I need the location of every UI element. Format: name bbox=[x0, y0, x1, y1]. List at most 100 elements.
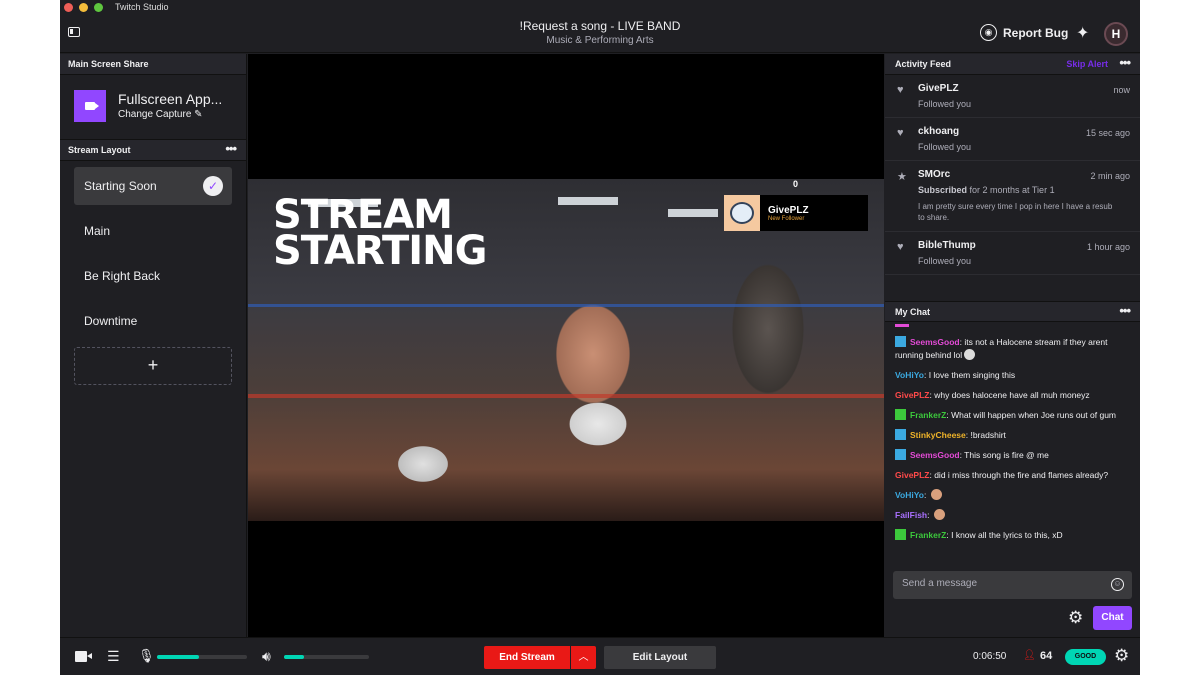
chat-message: FailFish: bbox=[895, 509, 1130, 522]
feed-action-detail: for 2 months at Tier 1 bbox=[969, 185, 1055, 195]
chat-username[interactable]: VoHiYo bbox=[895, 490, 924, 500]
chat-text: : I know all the lyrics to this, xD bbox=[946, 530, 1063, 540]
feed-item[interactable]: ♥ BibleThump 1 hour ago Followed you bbox=[885, 232, 1140, 275]
close-window-button[interactable] bbox=[64, 3, 73, 12]
chat-username[interactable]: FrankerZ bbox=[910, 530, 946, 540]
chat-text: : I love them singing this bbox=[923, 370, 1016, 380]
viewer-icon: 👤︎ bbox=[1023, 650, 1036, 661]
add-layout-button[interactable]: + bbox=[74, 347, 232, 385]
chat-input[interactable] bbox=[902, 578, 1102, 589]
alert-type: New Follower bbox=[768, 215, 805, 222]
ring-rope bbox=[248, 304, 884, 307]
chat-message: FrankerZ: What will happen when Joe runs… bbox=[895, 409, 1130, 422]
more-options-icon[interactable]: ••• bbox=[1119, 303, 1131, 318]
chat-text: : bbox=[927, 510, 932, 520]
mic-volume-slider[interactable] bbox=[157, 655, 247, 659]
chat-message: VoHiYo: bbox=[895, 489, 1130, 502]
chat-username[interactable]: GivePLZ bbox=[895, 470, 929, 480]
layout-item-downtime[interactable]: Downtime bbox=[74, 302, 232, 340]
stream-layout-title: Stream Layout bbox=[68, 145, 131, 155]
layout-label: Be Right Back bbox=[84, 269, 161, 283]
video-camera-icon bbox=[85, 102, 99, 110]
alert-emote-icon bbox=[724, 195, 760, 231]
layout-item-be-right-back[interactable]: Be Right Back bbox=[74, 257, 232, 295]
activity-feed-header: Activity Feed Skip Alert ••• bbox=[885, 54, 1140, 75]
screen-share-header: Main Screen Share bbox=[60, 54, 246, 75]
sword-badge-icon[interactable] bbox=[895, 409, 906, 420]
feed-item[interactable]: ★ SMOrc 2 min ago Subscribed for 2 month… bbox=[885, 161, 1140, 232]
mixer-settings-icon[interactable]: ☰ bbox=[107, 648, 120, 665]
chat-settings-gear-icon[interactable]: ⚙ bbox=[1068, 608, 1083, 628]
layout-item-starting-soon[interactable]: Starting Soon ✓ bbox=[74, 167, 232, 205]
chat-messages[interactable]: SeemsGood: its not a Halocene stream if … bbox=[885, 322, 1140, 567]
chat-text: : did i miss through the fire and flames… bbox=[929, 470, 1109, 480]
feed-time: now bbox=[1113, 85, 1130, 95]
crown-badge-icon[interactable] bbox=[895, 429, 906, 440]
crown-badge-icon[interactable] bbox=[895, 449, 906, 460]
microphone-icon[interactable]: 🎙︎ bbox=[138, 648, 155, 664]
chat-text: : This song is fire @ me bbox=[959, 450, 1049, 460]
change-capture-link[interactable]: Change Capture ✎ bbox=[118, 109, 203, 120]
capture-source[interactable]: Fullscreen App... Change Capture ✎ bbox=[60, 75, 246, 140]
chat-header: My Chat ••• bbox=[885, 301, 1140, 322]
maximize-window-button[interactable] bbox=[94, 3, 103, 12]
chat-username[interactable]: VoHiYo bbox=[895, 370, 924, 380]
crown-badge-icon[interactable] bbox=[895, 336, 906, 347]
emote-icon bbox=[930, 489, 942, 500]
sword-badge-icon[interactable] bbox=[895, 529, 906, 540]
chat-username[interactable]: GivePLZ bbox=[895, 390, 929, 400]
camera-icon[interactable] bbox=[75, 651, 92, 662]
chat-input-box[interactable]: ☺ bbox=[893, 571, 1132, 599]
heart-icon: ♥ bbox=[897, 241, 904, 253]
chat-message: FrankerZ: I know all the lyrics to this,… bbox=[895, 529, 1130, 542]
more-options-icon[interactable]: ••• bbox=[225, 141, 237, 156]
chat-text: : why does halocene have all muh moneyz bbox=[929, 390, 1090, 400]
chat-username[interactable]: SeemsGood bbox=[910, 337, 960, 347]
stream-category: Music & Performing Arts bbox=[546, 35, 654, 46]
stream-options-chevron-up-icon[interactable]: ︿ bbox=[571, 646, 596, 669]
scrolled-message-stub bbox=[895, 324, 909, 327]
minimize-window-button[interactable] bbox=[79, 3, 88, 12]
end-stream-button[interactable]: End Stream bbox=[484, 646, 570, 669]
emoji-picker-icon[interactable]: ☺ bbox=[1111, 578, 1124, 591]
layout-item-main[interactable]: Main bbox=[74, 212, 232, 250]
feed-action: Followed you bbox=[918, 142, 972, 152]
layout-label: Main bbox=[84, 224, 111, 238]
more-options-icon[interactable]: ••• bbox=[1119, 55, 1131, 70]
chat-username[interactable]: SeemsGood bbox=[910, 450, 960, 460]
send-chat-button[interactable]: Chat bbox=[1093, 606, 1132, 630]
report-bug-button[interactable]: ◉ Report Bug bbox=[980, 24, 1068, 41]
viewer-count: 64 bbox=[1040, 650, 1053, 662]
screen-share-title: Main Screen Share bbox=[68, 59, 149, 69]
chat-message: StinkyCheese: !bradshirt bbox=[895, 429, 1130, 442]
skip-alert-button[interactable]: Skip Alert bbox=[1066, 59, 1108, 69]
speaker-volume-slider[interactable] bbox=[284, 655, 369, 659]
chat-username[interactable]: FailFish bbox=[895, 510, 927, 520]
speaker-volume-fill bbox=[284, 655, 305, 659]
stream-title[interactable]: !Request a song - LIVE BAND bbox=[60, 19, 1140, 33]
header: !Request a song - LIVE BAND Music & Perf… bbox=[60, 15, 1140, 53]
feed-item[interactable]: ♥ ckhoang 15 sec ago Followed you bbox=[885, 118, 1140, 161]
settings-gear-icon[interactable]: ⚙ bbox=[1114, 646, 1129, 666]
ring-rope bbox=[248, 394, 884, 398]
heart-icon: ♥ bbox=[897, 127, 904, 139]
chat-message: SeemsGood: its not a Halocene stream if … bbox=[895, 336, 1130, 362]
layout-label: Downtime bbox=[84, 314, 138, 328]
edit-layout-button[interactable]: Edit Layout bbox=[604, 646, 716, 669]
user-avatar[interactable]: H bbox=[1104, 22, 1128, 46]
chat-text: : What will happen when Joe runs out of … bbox=[946, 410, 1116, 420]
stream-health-badge[interactable]: GOOD bbox=[1065, 649, 1106, 665]
stream-preview: STREAM STARTING 0 GivePLZ New Follower bbox=[248, 54, 884, 637]
stream-uptime: 0:06:50 bbox=[973, 651, 1007, 662]
feed-time: 1 hour ago bbox=[1086, 242, 1130, 252]
video-feed: STREAM STARTING 0 GivePLZ New Follower bbox=[248, 179, 884, 521]
feed-action: Subscribed for 2 months at Tier 1 bbox=[918, 185, 1130, 195]
feed-action-bold: Subscribed bbox=[918, 185, 968, 195]
chat-username[interactable]: FrankerZ bbox=[910, 410, 946, 420]
feed-item[interactable]: ♥ GivePLZ now Followed you bbox=[885, 75, 1140, 118]
chat-username[interactable]: StinkyCheese bbox=[910, 430, 966, 440]
chat-message: GivePLZ: why does halocene have all muh … bbox=[895, 389, 1130, 402]
speaker-icon[interactable]: 🔊︎ bbox=[262, 648, 271, 665]
sparkle-icon[interactable]: ✦ bbox=[1076, 23, 1089, 43]
mic-volume-fill bbox=[157, 655, 200, 659]
